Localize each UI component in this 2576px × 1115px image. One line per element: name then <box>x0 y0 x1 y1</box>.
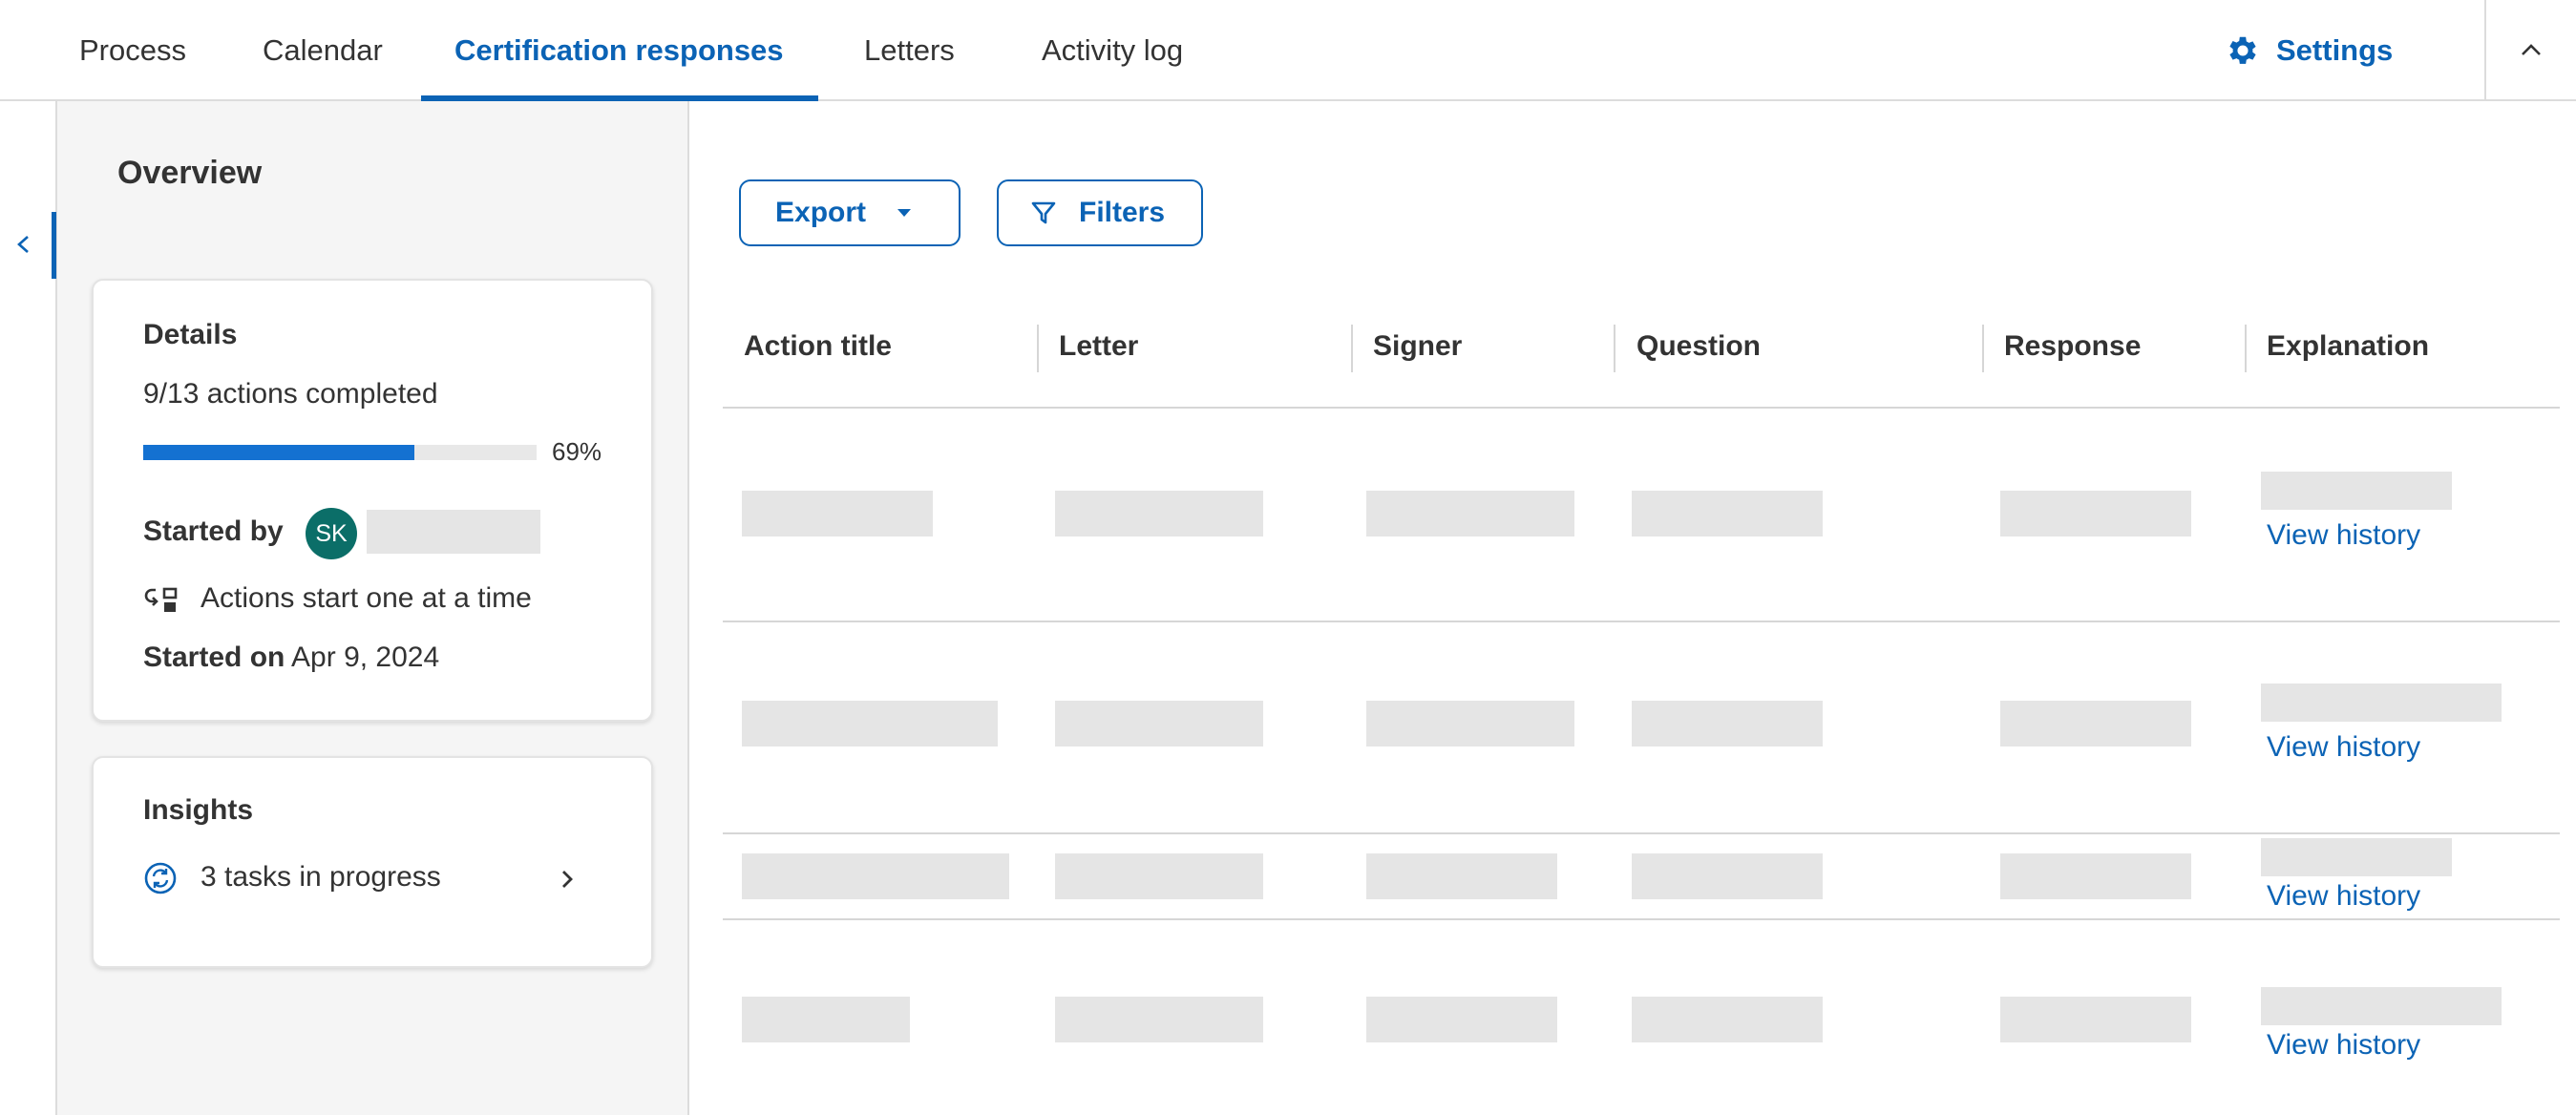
cell-placeholder <box>1366 853 1557 899</box>
row-divider <box>723 407 2560 409</box>
sequential-actions-icon <box>144 587 178 612</box>
sync-icon <box>144 862 177 894</box>
cell-placeholder <box>1055 491 1263 536</box>
tab-process[interactable]: Process <box>79 0 186 101</box>
gear-icon <box>2229 36 2256 64</box>
column-header-letter[interactable]: Letter <box>1059 330 1138 363</box>
settings-button[interactable]: Settings <box>2225 0 2393 101</box>
cell-placeholder <box>742 701 998 747</box>
insights-card: Insights 3 tasks in progress <box>92 756 653 968</box>
column-header-action-title[interactable]: Action title <box>744 330 892 363</box>
avatar: SK <box>306 508 357 559</box>
filters-label: Filters <box>1079 197 1166 228</box>
details-heading: Details <box>143 319 238 350</box>
top-navigation: Process Calendar Certification responses… <box>0 0 2576 101</box>
tasks-in-progress-link[interactable]: 3 tasks in progress <box>143 855 611 901</box>
column-divider <box>2245 325 2247 372</box>
progress-percent: 69% <box>552 437 602 466</box>
chevron-left-icon <box>17 236 29 253</box>
cell-placeholder <box>1632 853 1823 899</box>
view-history-link[interactable]: View history <box>2267 519 2420 552</box>
cell-placeholder <box>1366 997 1557 1042</box>
tasks-in-progress-text: 3 tasks in progress <box>201 861 441 893</box>
progress-bar-fill <box>143 445 415 460</box>
tab-certification-responses[interactable]: Certification responses <box>454 0 784 101</box>
tab-activity-log[interactable]: Activity log <box>1042 0 1183 101</box>
started-on-label: Started on <box>143 642 285 673</box>
actions-mode-text: Actions start one at a time <box>201 582 532 614</box>
filters-button[interactable]: Filters <box>997 179 1203 246</box>
column-divider <box>1982 325 1984 372</box>
cell-placeholder <box>1632 701 1823 747</box>
actions-completed-text: 9/13 actions completed <box>143 378 438 410</box>
column-header-explanation[interactable]: Explanation <box>2267 330 2429 363</box>
export-label: Export <box>775 197 867 228</box>
left-rail <box>0 101 57 1115</box>
cell-placeholder <box>1055 997 1263 1042</box>
started-on-value: Apr 9, 2024 <box>291 642 440 673</box>
filter-icon <box>1031 201 1056 224</box>
collapse-header-button[interactable] <box>2484 0 2576 99</box>
view-history-link[interactable]: View history <box>2267 880 2420 913</box>
cell-placeholder <box>1366 701 1574 747</box>
chevron-up-icon <box>2522 44 2541 55</box>
chevron-right-icon <box>562 871 573 888</box>
rail-active-marker <box>52 212 56 279</box>
settings-label: Settings <box>2276 33 2394 67</box>
column-divider <box>1351 325 1353 372</box>
cell-placeholder <box>2000 491 2191 536</box>
insights-heading: Insights <box>143 794 254 826</box>
cell-placeholder <box>742 997 910 1042</box>
details-card: Details 9/13 actions completed 69% Start… <box>92 279 653 722</box>
started-by-label: Started by <box>143 515 284 547</box>
cell-placeholder <box>1055 853 1263 899</box>
cell-placeholder <box>1632 491 1823 536</box>
column-divider <box>1037 325 1039 372</box>
cell-placeholder <box>1055 701 1263 747</box>
cell-placeholder <box>2261 472 2452 510</box>
row-divider <box>723 918 2560 920</box>
cell-placeholder <box>2261 838 2452 876</box>
column-divider <box>1614 325 1615 372</box>
view-history-link[interactable]: View history <box>2267 1029 2420 1062</box>
export-button[interactable]: Export <box>739 179 961 246</box>
cell-placeholder <box>1366 491 1574 536</box>
cell-placeholder <box>742 491 933 536</box>
tab-calendar[interactable]: Calendar <box>263 0 383 101</box>
progress-bar <box>143 445 537 460</box>
column-header-response[interactable]: Response <box>2004 330 2141 363</box>
cell-placeholder <box>2000 997 2191 1042</box>
started-on: Started on Apr 9, 2024 <box>143 642 439 674</box>
overview-title: Overview <box>117 155 263 191</box>
caret-down-icon <box>897 209 912 217</box>
cell-placeholder <box>2261 684 2502 722</box>
cell-placeholder <box>2000 853 2191 899</box>
column-header-question[interactable]: Question <box>1636 330 1761 363</box>
view-history-link[interactable]: View history <box>2267 731 2420 764</box>
toggle-overview-button[interactable] <box>10 225 38 263</box>
cell-placeholder <box>742 853 1009 899</box>
row-divider <box>723 832 2560 834</box>
user-name-placeholder <box>367 510 540 554</box>
cell-placeholder <box>1632 997 1823 1042</box>
cell-placeholder <box>2000 701 2191 747</box>
tab-letters[interactable]: Letters <box>864 0 955 101</box>
cell-placeholder <box>2261 987 2502 1025</box>
row-divider <box>723 621 2560 622</box>
column-header-signer[interactable]: Signer <box>1373 330 1462 363</box>
overview-panel: Overview Details 9/13 actions completed … <box>57 101 689 1115</box>
